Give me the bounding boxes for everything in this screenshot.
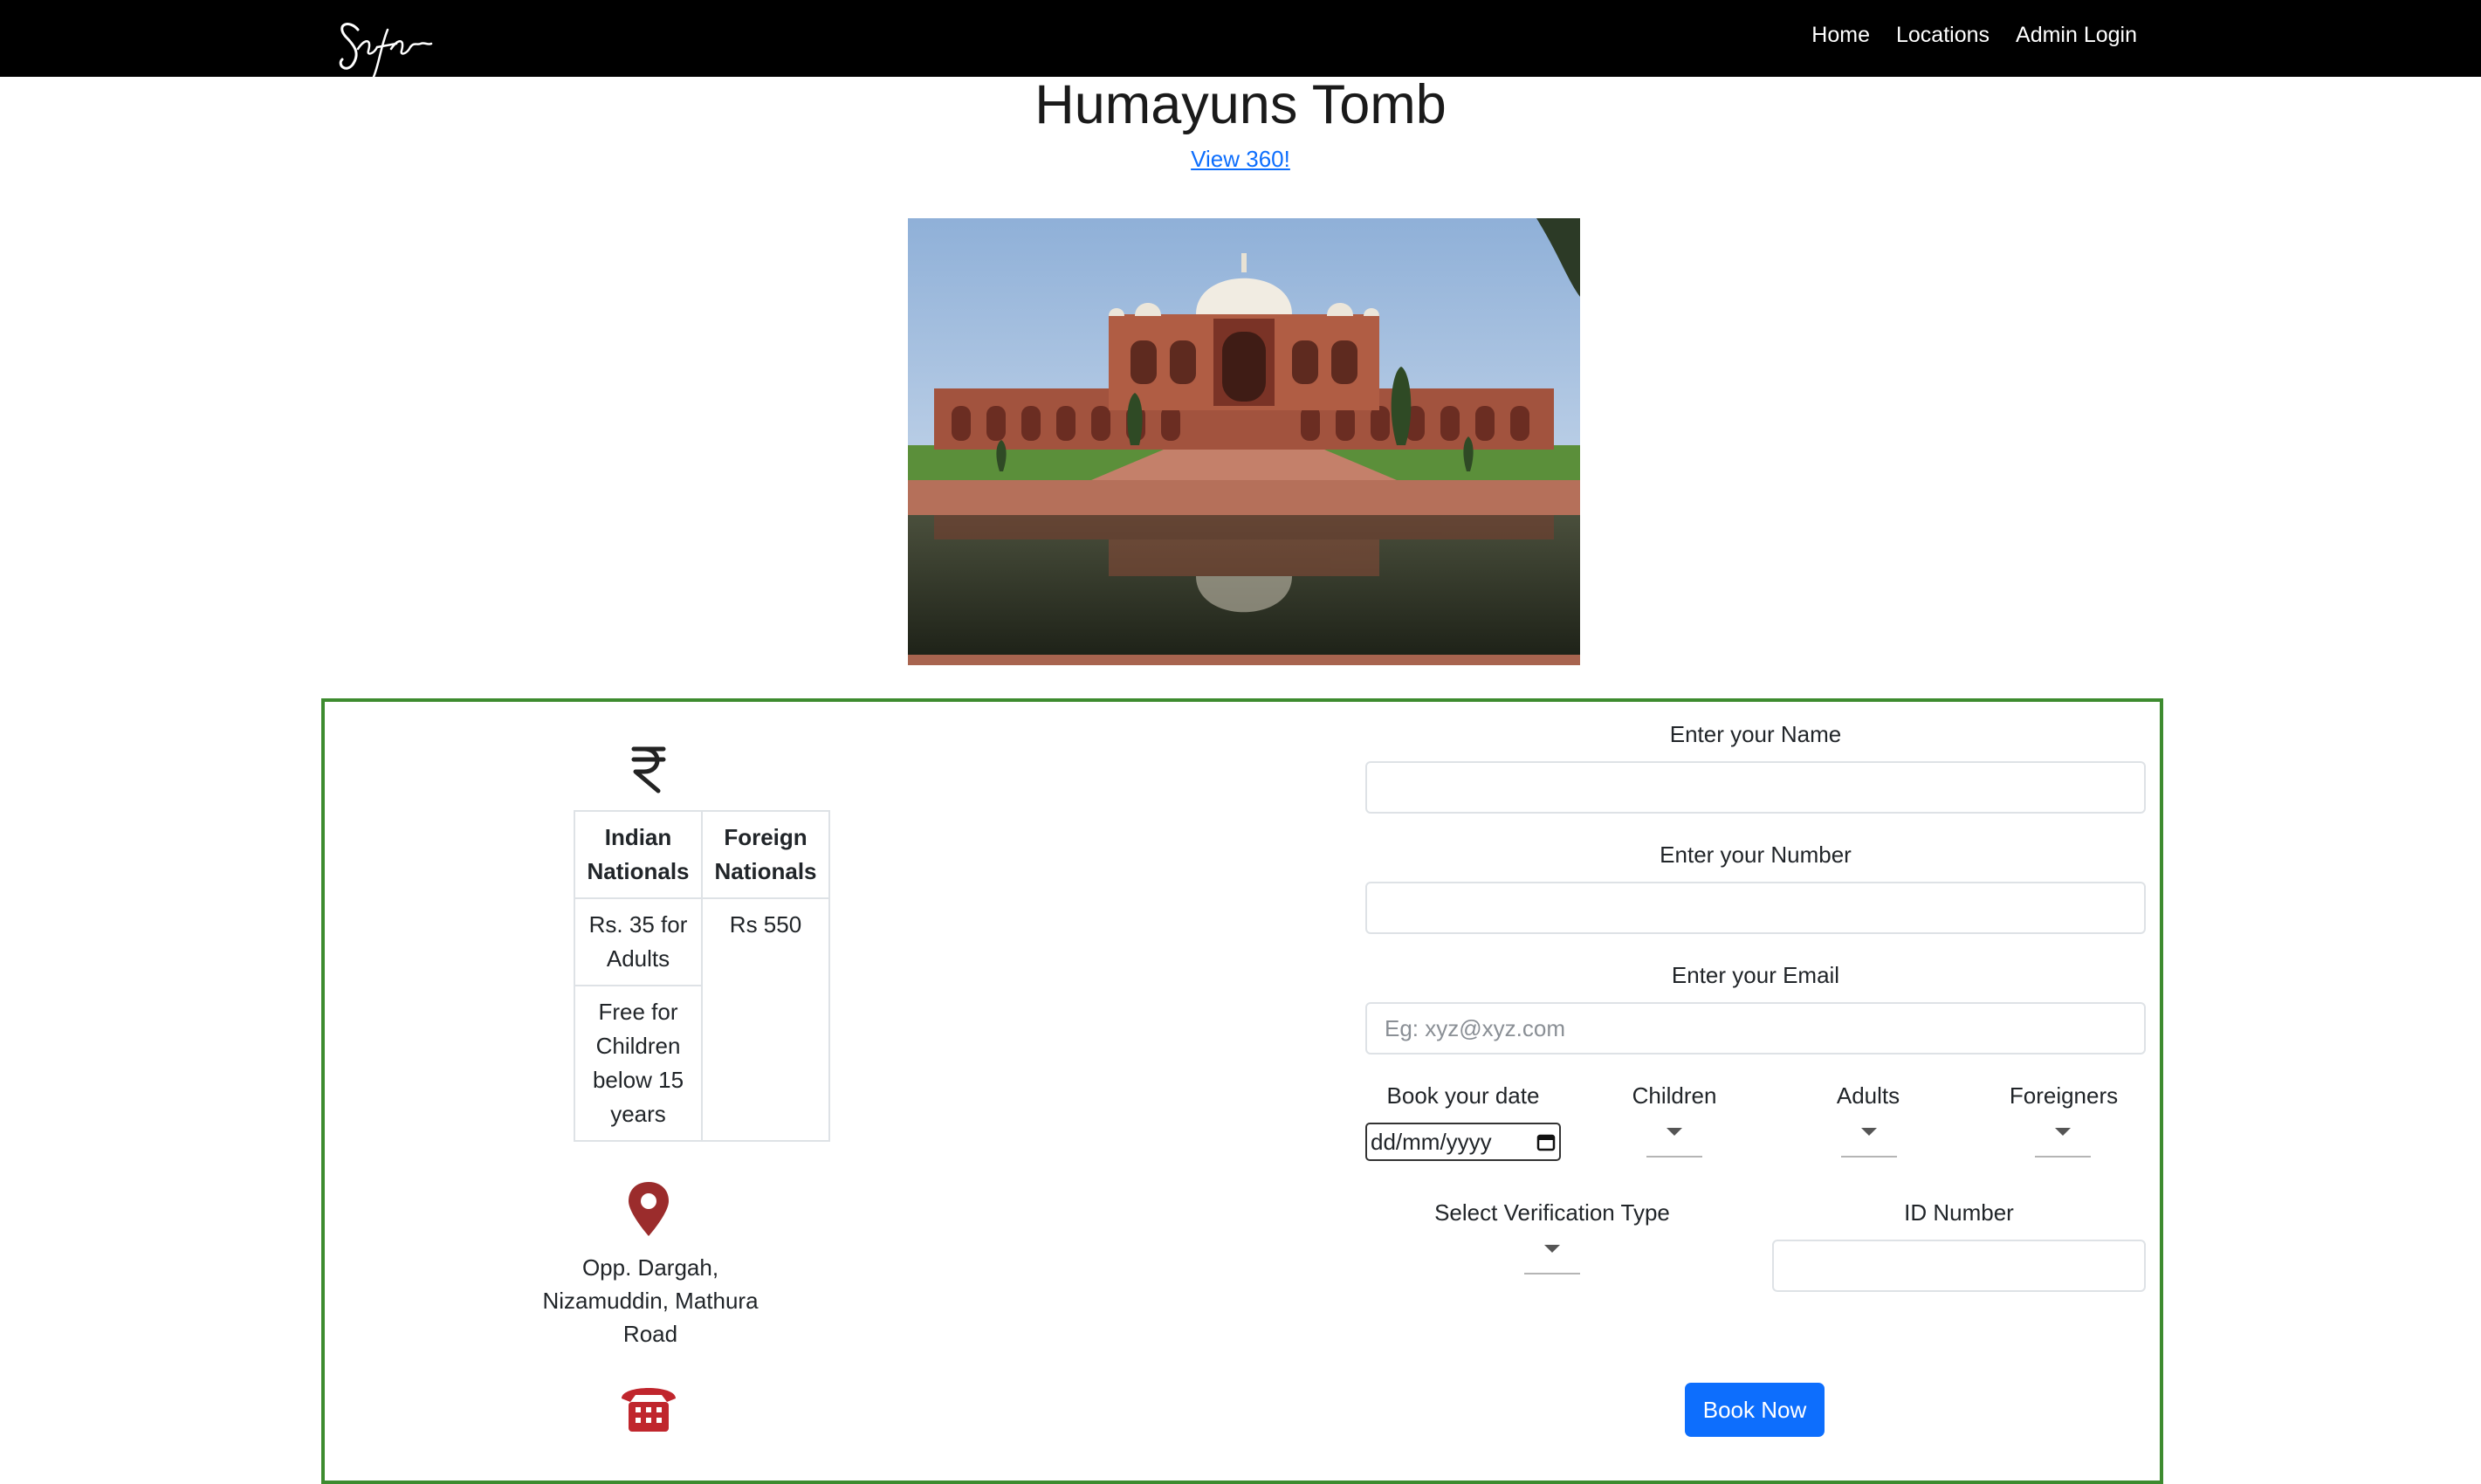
chevron-down-icon	[1861, 1128, 1877, 1136]
page-title: Humayuns Tomb	[1034, 74, 1447, 135]
fee-indian-adults: Rs. 35 for Adults	[574, 897, 703, 986]
date-input[interactable]: dd/mm/yyyy	[1365, 1123, 1561, 1161]
foreigners-label: Foreigners	[2009, 1082, 2119, 1109]
name-input[interactable]	[1365, 761, 2146, 814]
fees-header-indian: Indian Nationals	[574, 810, 703, 899]
address-text: Opp. Dargah, Nizamuddin, Mathura Road	[542, 1254, 759, 1347]
monument-photo	[908, 218, 1580, 665]
foreigners-select[interactable]	[2035, 1119, 2091, 1158]
id-number-input[interactable]	[1772, 1240, 2146, 1292]
verification-label: Select Verification Type	[1434, 1199, 1670, 1226]
email-input[interactable]	[1365, 1002, 2146, 1055]
location-pin-icon	[629, 1182, 669, 1236]
nav-locations-link[interactable]: Locations	[1894, 23, 1991, 48]
name-label: Enter your Name	[1669, 721, 1842, 747]
fee-indian-children: Free for Children below 15 years	[574, 985, 703, 1142]
children-label: Children	[1632, 1082, 1717, 1109]
rupee-icon	[631, 746, 666, 794]
navbar: Home Locations Admin Login	[0, 0, 2481, 79]
view-360-link[interactable]: View 360!	[1191, 146, 1290, 172]
nav-links: Home Locations Admin Login	[1810, 0, 2139, 70]
number-label: Enter your Number	[1660, 842, 1852, 868]
book-now-button[interactable]: Book Now	[1685, 1383, 1825, 1437]
telephone-icon	[622, 1388, 676, 1432]
chevron-down-icon	[1544, 1245, 1560, 1253]
date-placeholder: dd/mm/yyyy	[1371, 1128, 1492, 1155]
nav-home-link[interactable]: Home	[1810, 23, 1872, 48]
adults-select[interactable]	[1841, 1119, 1897, 1158]
view-360-container: View 360!	[0, 146, 2481, 173]
email-label: Enter your Email	[1671, 962, 1840, 988]
fee-foreign: Rs 550	[701, 897, 830, 1142]
chevron-down-icon	[2055, 1128, 2071, 1136]
number-input[interactable]	[1365, 882, 2146, 934]
fees-header-foreign: Foreign Nationals	[701, 810, 830, 899]
verification-select[interactable]	[1524, 1236, 1580, 1274]
children-select[interactable]	[1646, 1119, 1702, 1158]
id-label: ID Number	[1904, 1199, 2014, 1226]
date-label: Book your date	[1386, 1082, 1540, 1109]
fees-table: Indian Nationals Foreign Nationals Rs. 3…	[574, 810, 830, 1142]
calendar-icon[interactable]	[1536, 1132, 1556, 1151]
chevron-down-icon	[1667, 1128, 1682, 1136]
adults-label: Adults	[1836, 1082, 1900, 1109]
nav-admin-login-link[interactable]: Admin Login	[2014, 23, 2139, 48]
